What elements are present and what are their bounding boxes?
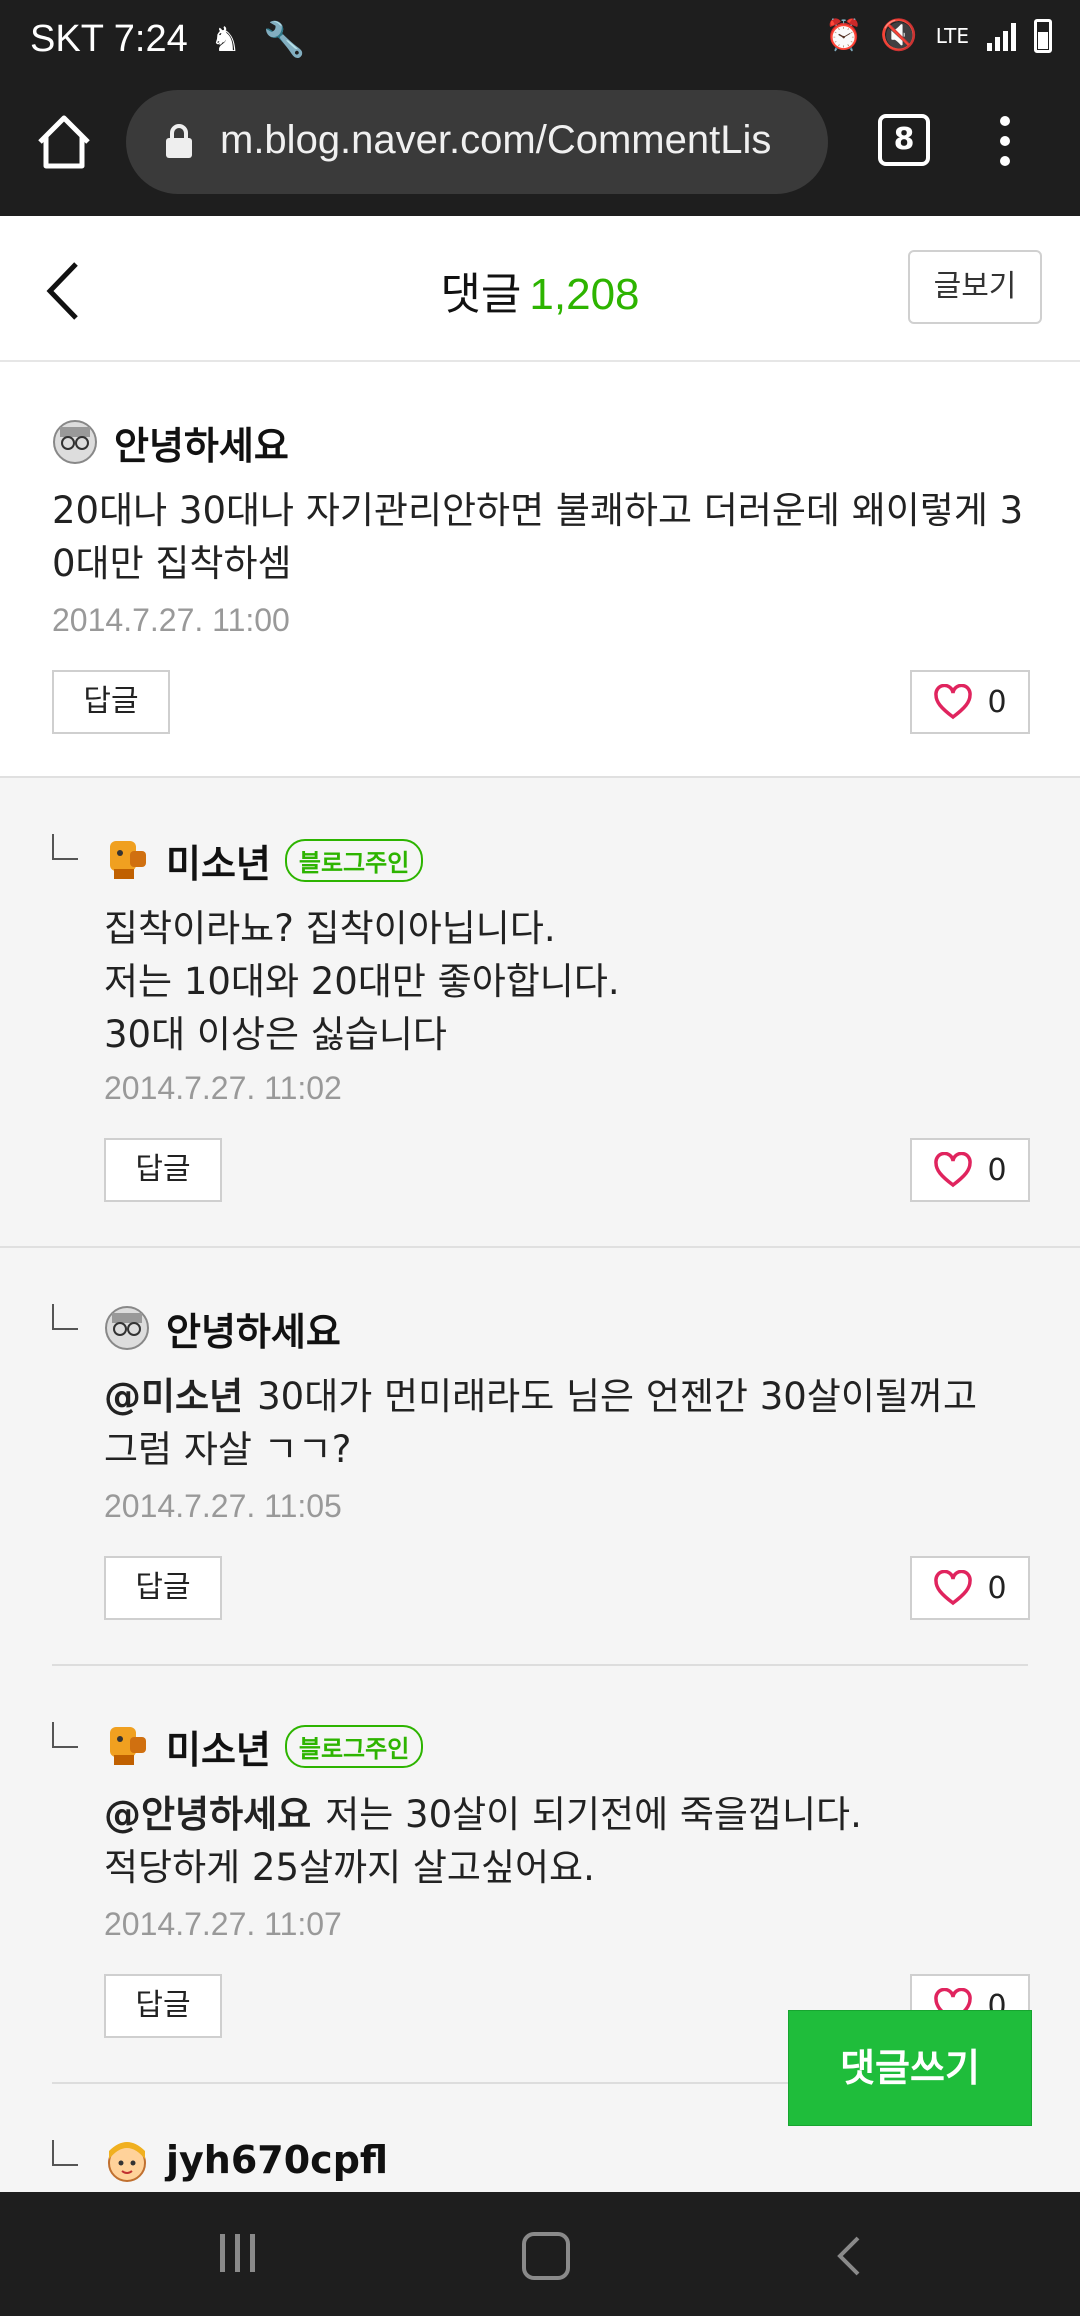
author-row: jyh670cpfl [104, 2134, 388, 2186]
reply-item: 미소년 블로그주인 집착이라뇨? 집착이아닙니다. 저는 10대와 20대만 좋… [0, 778, 1080, 1248]
reply-indicator [52, 2140, 78, 2166]
like-count: 0 [987, 1570, 1007, 1606]
author-row: 미소년 블로그주인 [104, 1719, 424, 1774]
network-type: LTE [935, 23, 969, 48]
comment-text: 집착이라뇨? 집착이아닙니다. 저는 10대와 20대만 좋아합니다. 30대 … [104, 907, 620, 1056]
avatar[interactable] [104, 2137, 150, 2183]
address-bar[interactable]: m.blog.naver.com/CommentLis [126, 90, 828, 194]
author-row: 미소년 블로그주인 [104, 833, 424, 888]
url-text: m.blog.naver.com/CommentLis [220, 118, 772, 162]
comment-date: 2014.7.27. 11:05 [104, 1488, 342, 1524]
avatar[interactable] [104, 1723, 150, 1769]
heart-icon [934, 1570, 973, 1606]
reply-button[interactable]: 답글 [104, 1138, 222, 1202]
comment-text: @미소년 30대가 먼미래라도 님은 언젠간 30살이될꺼고 그럼 자살 ㄱㄱ? [104, 1370, 1034, 1476]
view-post-button[interactable]: 글보기 [908, 250, 1042, 324]
write-comment-button[interactable]: 댓글쓰기 [788, 2010, 1032, 2126]
wrench-icon: 🔧 [263, 21, 306, 59]
tab-switcher-button[interactable]: 8 [878, 114, 930, 166]
comment-count: 1,208 [529, 270, 640, 319]
recent-apps-icon[interactable] [220, 2234, 255, 2272]
comment-text: @안녕하세요 저는 30살이 되기전에 죽을껍니다. 적당하게 25살까지 살고싶… [104, 1788, 1034, 1894]
signal-icon [987, 21, 1016, 51]
blog-owner-badge: 블로그주인 [284, 1724, 424, 1768]
more-menu-icon[interactable] [990, 116, 1020, 176]
avatar[interactable] [52, 419, 98, 465]
clock: 7:24 [113, 18, 188, 60]
avatar[interactable] [104, 837, 150, 883]
system-nav-bar [0, 2192, 1080, 2316]
home-nav-icon[interactable] [522, 2232, 570, 2280]
mention[interactable]: @안녕하세요 [104, 1793, 311, 1836]
home-icon[interactable] [34, 112, 94, 172]
like-button[interactable]: 0 [910, 670, 1030, 734]
lock-icon [166, 124, 192, 158]
avatar[interactable] [104, 1305, 150, 1351]
alarm-icon: ⏰ [825, 18, 863, 53]
author-row: 안녕하세요 [52, 416, 289, 468]
heart-icon [934, 1152, 973, 1188]
status-right: ⏰ 🔇 LTE [825, 18, 1052, 53]
mute-icon: 🔇 [880, 18, 918, 53]
author-name[interactable]: 안녕하세요 [166, 1301, 341, 1356]
back-nav-icon[interactable] [830, 2232, 870, 2280]
comment-item: 안녕하세요 20대나 30대나 자기관리안하면 불쾌하고 더러운데 왜이렇게 3… [0, 362, 1080, 778]
reply-button[interactable]: 답글 [104, 1974, 222, 2038]
battery-icon [1034, 18, 1052, 53]
reply-indicator [52, 834, 78, 860]
browser-toolbar: m.blog.naver.com/CommentLis 8 [0, 84, 1080, 216]
status-left: SKT 7:24 ♞ 🔧 [30, 18, 306, 61]
heart-icon [934, 684, 973, 720]
reply-button[interactable]: 답글 [52, 670, 170, 734]
comment-date: 2014.7.27. 11:02 [104, 1070, 342, 1106]
author-name[interactable]: 미소년 [166, 1719, 271, 1774]
comment-text: 20대나 30대나 자기관리안하면 불쾌하고 더러운데 왜이렇게 3 0대만 집… [52, 489, 1024, 585]
like-button[interactable]: 0 [910, 1138, 1030, 1202]
title-label: 댓글 [440, 269, 522, 320]
carrier: SKT [30, 18, 104, 60]
notification-icon: ♞ [210, 21, 241, 59]
like-button[interactable]: 0 [910, 1556, 1030, 1620]
comment-header: 댓글 1,208 글보기 [0, 216, 1080, 362]
comment-date: 2014.7.27. 11:07 [104, 1906, 342, 1942]
reply-indicator [52, 1304, 78, 1330]
status-bar: SKT 7:24 ♞ 🔧 ⏰ 🔇 LTE [0, 0, 1080, 84]
author-name[interactable]: 미소년 [166, 833, 271, 888]
like-count: 0 [987, 1152, 1007, 1188]
reply-indicator [52, 1722, 78, 1748]
author-name[interactable]: 안녕하세요 [114, 415, 289, 470]
mention[interactable]: @미소년 [104, 1375, 243, 1418]
comment-list: 안녕하세요 20대나 30대나 자기관리안하면 불쾌하고 더러운데 왜이렇게 3… [0, 362, 1080, 2284]
comment-date: 2014.7.27. 11:00 [52, 602, 290, 638]
blog-owner-badge: 블로그주인 [284, 838, 424, 882]
reply-button[interactable]: 답글 [104, 1556, 222, 1620]
reply-item: 안녕하세요 @미소년 30대가 먼미래라도 님은 언젠간 30살이될꺼고 그럼 자… [0, 1248, 1080, 1666]
like-count: 0 [987, 684, 1007, 720]
author-name[interactable]: jyh670cpfl [166, 2138, 388, 2182]
author-row: 안녕하세요 [104, 1302, 341, 1354]
